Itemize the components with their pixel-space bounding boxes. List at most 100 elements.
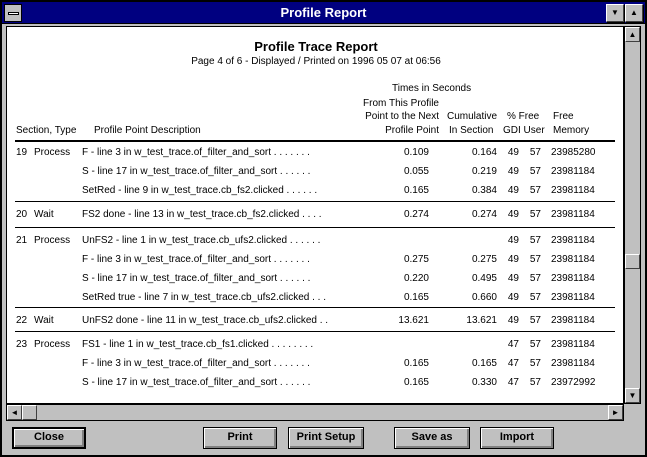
row-free-user: 57 — [529, 273, 541, 284]
header-description: Profile Point Description — [94, 125, 201, 136]
report-subtitle: Page 4 of 6 - Displayed / Printed on 199… — [191, 56, 441, 67]
maximize-button[interactable]: ▲ — [625, 4, 643, 22]
row-section: 22 — [16, 315, 28, 326]
row-free-memory: 23981184 — [551, 254, 595, 265]
row-description: SetRed true - line 7 in w_test_trace.cb_… — [82, 292, 327, 303]
row-type: Wait — [34, 315, 54, 326]
import-button[interactable]: Import — [480, 427, 554, 449]
right-arrow-icon: ► — [611, 408, 620, 417]
section-divider — [15, 227, 615, 228]
row-free-user: 57 — [529, 358, 541, 369]
row-free-user: 57 — [529, 166, 541, 177]
row-description: F - line 3 in w_test_trace.of_filter_and… — [82, 358, 310, 369]
header-from-this-1: From This Profile — [363, 98, 439, 109]
row-description: S - line 17 in w_test_trace.of_filter_an… — [82, 377, 311, 388]
row-from-this: 0.055 — [403, 166, 429, 177]
row-description: S - line 17 in w_test_trace.of_filter_an… — [82, 166, 311, 177]
row-type: Wait — [34, 209, 54, 220]
row-free-gdi: 49 — [507, 166, 519, 177]
row-free-gdi: 49 — [507, 254, 519, 265]
row-cumulative: 0.275 — [471, 254, 497, 265]
scroll-down-button[interactable]: ▼ — [625, 388, 640, 403]
row-cumulative: 0.274 — [471, 209, 497, 220]
row-free-user: 57 — [529, 235, 541, 246]
row-cumulative: 13.621 — [466, 315, 497, 326]
header-from-this-2: Point to the Next — [365, 111, 439, 122]
row-description: F - line 3 in w_test_trace.of_filter_and… — [82, 147, 310, 158]
print-button[interactable]: Print — [203, 427, 277, 449]
row-from-this: 0.109 — [403, 147, 429, 158]
row-free-memory: 23981184 — [551, 166, 595, 177]
row-from-this: 0.165 — [403, 185, 429, 196]
row-free-gdi: 47 — [507, 377, 519, 388]
row-free-gdi: 49 — [507, 292, 519, 303]
row-type: Process — [34, 147, 71, 158]
vertical-scroll-thumb[interactable] — [625, 253, 640, 269]
row-description: UnFS2 done - line 11 in w_test_trace.cb_… — [82, 315, 329, 326]
header-section-type: Section, Type — [16, 125, 77, 136]
row-free-memory: 23985280 — [551, 147, 596, 158]
row-description: F - line 3 in w_test_trace.of_filter_and… — [82, 254, 310, 265]
row-from-this: 0.220 — [403, 273, 429, 284]
title-bar[interactable]: Profile Report ▼ ▲ — [2, 2, 645, 24]
scroll-right-button[interactable]: ► — [608, 405, 623, 420]
row-description: FS1 - line 1 in w_test_trace.cb_fs1.clic… — [82, 339, 314, 350]
row-section: 20 — [16, 209, 28, 220]
minimize-button[interactable]: ▼ — [606, 4, 624, 22]
vertical-scrollbar[interactable]: ▲ ▼ — [624, 26, 641, 404]
row-free-gdi: 49 — [507, 315, 519, 326]
save-as-button[interactable]: Save as — [394, 427, 470, 449]
row-cumulative: 0.165 — [471, 358, 497, 369]
row-free-gdi: 47 — [507, 339, 519, 350]
row-cumulative: 0.219 — [471, 166, 497, 177]
row-description: FS2 done - line 13 in w_test_trace.cb_fs… — [82, 209, 322, 220]
horizontal-scroll-thumb[interactable] — [22, 405, 37, 420]
row-from-this: 0.165 — [403, 292, 429, 303]
scrollbar-corner — [624, 404, 641, 421]
row-free-user: 57 — [529, 292, 541, 303]
row-free-gdi: 49 — [507, 209, 519, 220]
row-free-user: 57 — [529, 209, 541, 220]
down-arrow-icon: ▼ — [628, 391, 637, 400]
print-setup-button[interactable]: Print Setup — [288, 427, 364, 449]
row-cumulative: 0.495 — [471, 273, 497, 284]
scroll-up-button[interactable]: ▲ — [625, 27, 640, 42]
row-from-this: 0.165 — [403, 377, 429, 388]
window-title: Profile Report — [280, 5, 367, 20]
header-from-this-3: Profile Point — [385, 125, 439, 136]
horizontal-scrollbar[interactable]: ◄ ► — [6, 404, 624, 421]
row-free-user: 57 — [529, 339, 541, 350]
row-free-memory: 23972992 — [551, 377, 596, 388]
section-divider — [15, 307, 615, 308]
row-free-memory: 23981184 — [551, 292, 595, 303]
header-cumulative-2: In Section — [449, 125, 494, 136]
section-divider — [15, 331, 615, 332]
row-section: 19 — [16, 147, 28, 158]
row-from-this: 0.274 — [403, 209, 429, 220]
row-free-memory: 23981184 — [551, 209, 595, 220]
minimize-arrow-icon: ▼ — [611, 8, 619, 17]
up-arrow-icon: ▲ — [628, 30, 637, 39]
row-free-gdi: 49 — [507, 235, 519, 246]
row-free-memory: 23981184 — [551, 273, 595, 284]
row-type: Process — [34, 339, 71, 350]
header-cumulative-1: Cumulative — [447, 111, 498, 122]
header-pct-free-1: % Free — [507, 111, 540, 122]
row-type: Process — [34, 235, 71, 246]
scroll-left-button[interactable]: ◄ — [7, 405, 22, 420]
row-free-user: 57 — [529, 315, 541, 326]
row-description: UnFS2 - line 1 in w_test_trace.cb_ufs2.c… — [82, 235, 321, 246]
row-from-this: 0.275 — [403, 254, 429, 265]
row-free-memory: 23981184 — [551, 339, 595, 350]
row-free-gdi: 49 — [507, 147, 519, 158]
row-cumulative: 0.384 — [471, 185, 497, 196]
row-free-user: 57 — [529, 377, 541, 388]
header-times-group: Times in Seconds — [392, 83, 472, 94]
row-description: SetRed - line 9 in w_test_trace.cb_fs2.c… — [82, 185, 318, 196]
report-title: Profile Trace Report — [254, 39, 378, 54]
button-bar: Close Print Print Setup Save as Import — [0, 423, 643, 453]
row-free-user: 57 — [529, 185, 541, 196]
row-free-gdi: 49 — [507, 273, 519, 284]
header-divider — [15, 140, 615, 142]
close-button[interactable]: Close — [12, 427, 86, 449]
